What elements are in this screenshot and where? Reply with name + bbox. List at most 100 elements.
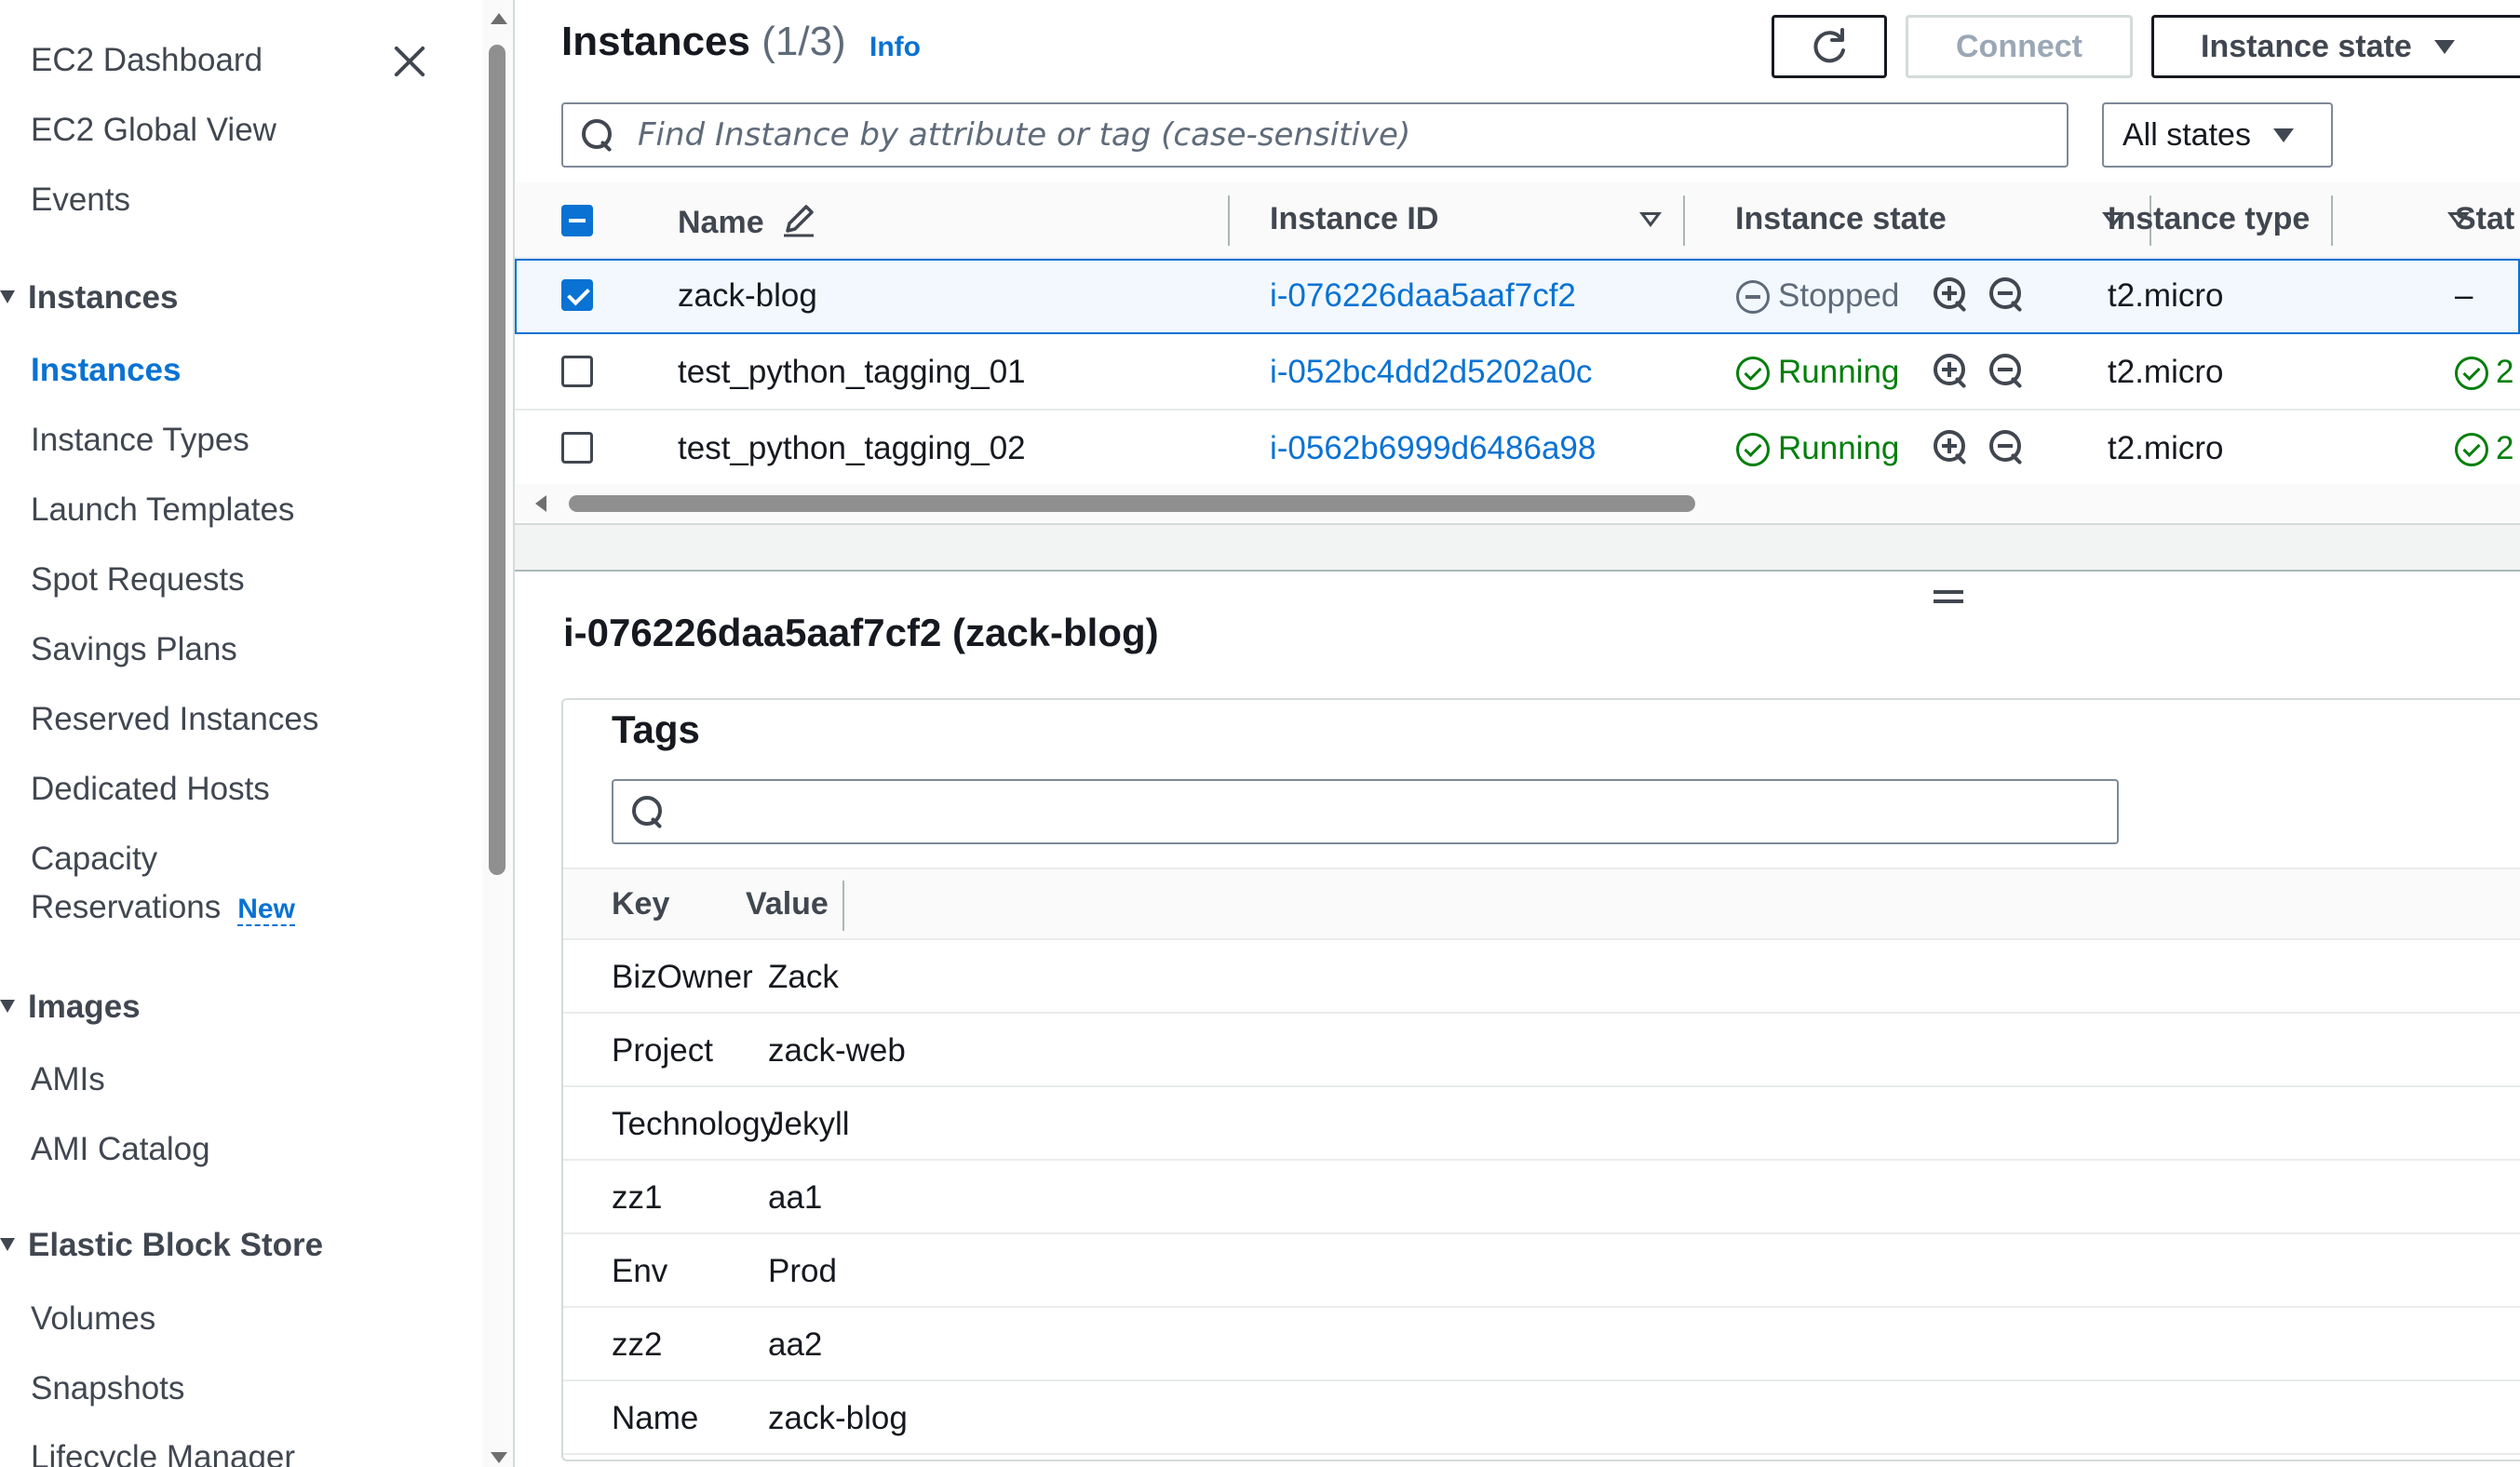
tag-value: Zack [768, 959, 839, 995]
instance-state-label: Instance state [2201, 28, 2412, 64]
instance-state-dropdown[interactable]: Instance state [2151, 15, 2520, 78]
instance-id-link[interactable]: i-0562b6999d6486a98 [1270, 430, 1596, 467]
sidebar-item-events[interactable]: Events [31, 182, 130, 219]
sidebar-item-label: Reservations [31, 889, 222, 925]
sidebar-section-elastic-block-store[interactable]: Elastic Block Store [0, 1227, 323, 1264]
scroll-down-icon[interactable] [491, 1452, 507, 1463]
sidebar-item-instance-types[interactable]: Instance Types [31, 422, 249, 459]
sidebar-item-reserved-instances[interactable]: Reserved Instances [31, 701, 318, 738]
zoom-out-icon[interactable] [1989, 430, 2027, 467]
select-all-checkbox[interactable] [561, 205, 593, 236]
sort-icon[interactable] [1639, 212, 1662, 227]
column-header-key[interactable]: Key [612, 886, 669, 922]
caret-down-icon [0, 1238, 15, 1251]
column-divider[interactable] [2331, 195, 2333, 246]
sidebar-section-title: Images [28, 989, 141, 1025]
close-icon[interactable] [389, 41, 430, 82]
tag-key: BizOwner [612, 959, 753, 995]
instance-state-text: Running [1778, 430, 1900, 466]
scroll-left-icon[interactable] [535, 495, 546, 512]
table-row[interactable]: test_python_tagging_01 i-052bc4dd2d5202a… [515, 335, 2520, 410]
sidebar-section-instances[interactable]: Instances [0, 279, 179, 316]
new-badge: New [237, 894, 295, 926]
zoom-out-icon[interactable] [1989, 354, 2027, 391]
tag-row: Project zack-web [563, 1014, 2520, 1087]
states-filter-select[interactable]: All states [2102, 102, 2333, 168]
detail-panel-title: i-076226daa5aaf7cf2 (zack-blog) [563, 611, 1159, 654]
scrollbar-thumb[interactable] [489, 45, 505, 875]
instance-id-link[interactable]: i-076226daa5aaf7cf2 [1270, 277, 1576, 315]
sidebar-item-ami-catalog[interactable]: AMI Catalog [31, 1131, 210, 1168]
caret-down-icon [2433, 39, 2455, 54]
tag-key: Technology [612, 1106, 777, 1142]
table-row[interactable]: zack-blog i-076226daa5aaf7cf2 Stopped t2… [515, 259, 2520, 334]
tag-row: Name zack-blog [563, 1381, 2520, 1455]
connect-button[interactable]: Connect [1906, 15, 2133, 78]
tag-row: zz1 aa1 [563, 1161, 2520, 1234]
tag-key: zz1 [612, 1179, 663, 1216]
tag-value: aa1 [768, 1179, 823, 1216]
instance-id-link[interactable]: i-052bc4dd2d5202a0c [1270, 354, 1592, 391]
column-divider[interactable] [842, 881, 844, 931]
instance-search-input[interactable] [638, 104, 2048, 166]
table-horizontal-scrollbar[interactable] [515, 484, 2520, 521]
page-title: Instances (1/3) [561, 19, 846, 65]
tags-heading: Tags [612, 707, 700, 751]
column-header-instance-id[interactable]: Instance ID [1270, 201, 1438, 237]
zoom-in-icon[interactable] [1934, 354, 1971, 391]
tag-search[interactable] [612, 779, 2119, 844]
sidebar-item-snapshots[interactable]: Snapshots [31, 1370, 184, 1407]
column-header-name[interactable]: Name [678, 201, 817, 241]
tags-table-header: Key Value [563, 868, 2520, 940]
drag-handle-icon[interactable] [1934, 590, 1963, 605]
sidebar-item-volumes[interactable]: Volumes [31, 1300, 155, 1338]
sidebar-item-spot-requests[interactable]: Spot Requests [31, 561, 245, 599]
main-content: Instances (1/3) Info Connect Instance st… [515, 0, 2520, 1467]
split-panel-divider[interactable] [515, 523, 2520, 572]
zoom-in-icon[interactable] [1934, 277, 1971, 315]
zoom-in-icon[interactable] [1934, 430, 1971, 467]
sidebar-item-lifecycle-manager[interactable]: Lifecycle Manager [31, 1439, 295, 1467]
row-checkbox[interactable] [561, 432, 593, 464]
row-checkbox[interactable] [561, 356, 593, 387]
column-divider[interactable] [1228, 195, 1230, 246]
sidebar-scrollbar[interactable] [482, 0, 513, 1467]
column-header-status[interactable]: Stat [2455, 201, 2514, 237]
caret-down-icon [0, 290, 15, 303]
sidebar-item-savings-plans[interactable]: Savings Plans [31, 631, 237, 668]
sidebar-item-launch-templates[interactable]: Launch Templates [31, 491, 294, 529]
column-header-instance-state[interactable]: Instance state [1735, 201, 1947, 237]
sidebar-section-title: Instances [28, 279, 179, 316]
instance-type: t2.micro [2108, 354, 2224, 390]
column-header-value[interactable]: Value [746, 886, 829, 922]
tag-row: Env Prod [563, 1234, 2520, 1308]
column-divider[interactable] [1683, 195, 1685, 246]
search-icon [582, 119, 617, 155]
scroll-up-icon[interactable] [491, 13, 507, 24]
sidebar-item-ec2-dashboard[interactable]: EC2 Dashboard [31, 42, 263, 79]
caret-down-icon [2272, 128, 2294, 142]
table-header: Name Instance ID Instance state Instance… [515, 182, 2520, 259]
row-checkbox[interactable] [561, 279, 593, 311]
table-row[interactable]: test_python_tagging_02 i-0562b6999d6486a… [515, 411, 2520, 487]
tag-search-input[interactable] [688, 781, 2098, 842]
refresh-button[interactable] [1772, 15, 1887, 78]
status-check: 2 [2496, 354, 2514, 390]
instance-search[interactable] [561, 102, 2069, 168]
sidebar-item-label: Capacity [31, 841, 158, 877]
sidebar-item-amis[interactable]: AMIs [31, 1061, 105, 1098]
sidebar-section-images[interactable]: Images [0, 989, 141, 1026]
sidebar-item-ec2-global-view[interactable]: EC2 Global View [31, 112, 276, 149]
sidebar-item-dedicated-hosts[interactable]: Dedicated Hosts [31, 771, 270, 808]
caret-down-icon [0, 1000, 15, 1013]
info-link[interactable]: Info [869, 32, 921, 63]
tag-row: Technology Jekyll [563, 1087, 2520, 1161]
sidebar-item-instances[interactable]: Instances [31, 352, 181, 389]
running-status-icon [2455, 357, 2488, 390]
selection-count: (1/3) [761, 19, 846, 64]
scrollbar-thumb[interactable] [569, 495, 1695, 512]
zoom-out-icon[interactable] [1989, 277, 2027, 315]
tag-value: aa2 [768, 1326, 823, 1363]
sidebar-item-capacity-reservations[interactable]: Capacity Reservations New [31, 841, 295, 926]
column-header-instance-type[interactable]: Instance type [2108, 201, 2310, 237]
